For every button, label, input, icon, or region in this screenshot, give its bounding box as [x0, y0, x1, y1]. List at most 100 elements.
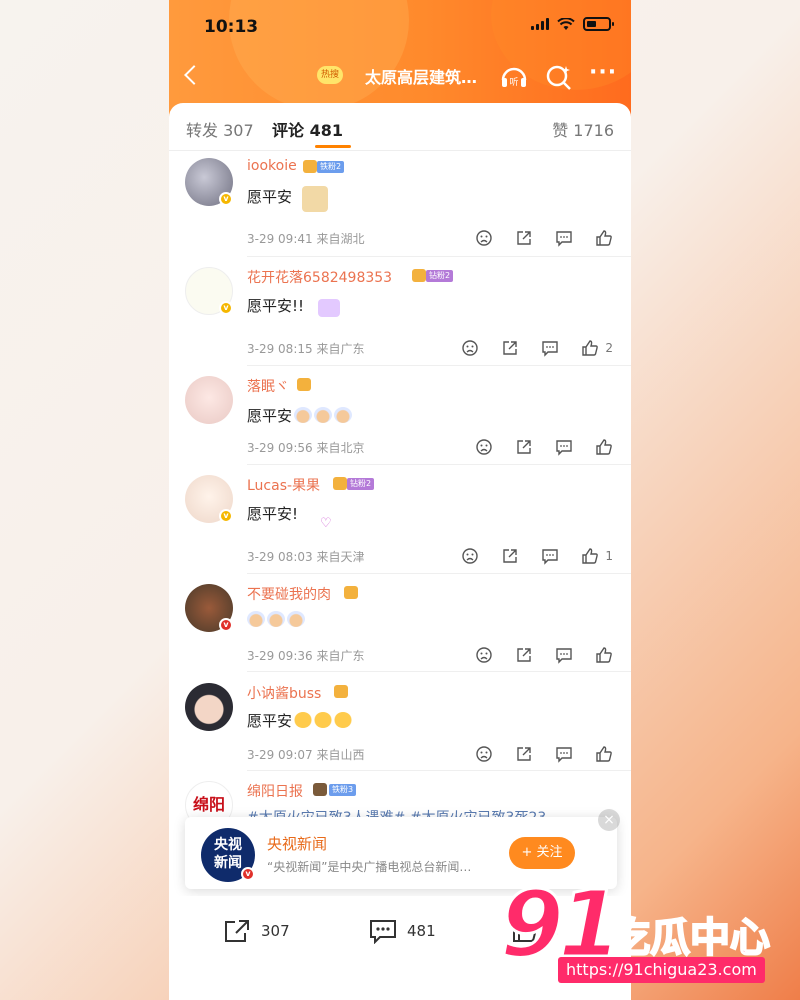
comment-item: v 不要碰我的肉 3-29 09:36 来自广东	[169, 584, 631, 674]
comment-text: 愿平安	[247, 710, 353, 731]
phone-screen: 10:13 热搜 太原高层建筑… 听 ··· 转发 307 评论 481 赞 1…	[169, 0, 631, 1000]
comment-item: v Lucas-果果 钻粉2 愿平安!♡ 3-29 08:03 来自天津 1	[169, 475, 631, 575]
reply-icon[interactable]	[541, 339, 559, 357]
pray-emoji-icon	[314, 407, 333, 423]
comment-button[interactable]: 481	[369, 918, 436, 944]
battery-icon	[583, 17, 614, 31]
status-time: 10:13	[204, 17, 259, 37]
username[interactable]: 花开花落6582498353	[247, 267, 392, 287]
dislike-icon[interactable]	[475, 745, 493, 763]
divider	[247, 256, 631, 257]
share-icon[interactable]	[515, 646, 533, 664]
comment-meta: 3-29 08:03 来自天津	[247, 550, 365, 564]
verified-icon: v	[219, 192, 233, 206]
pray-emoji-icon	[287, 611, 305, 627]
like-icon[interactable]	[581, 547, 599, 565]
comment-actions	[475, 438, 613, 456]
comment-actions	[475, 646, 613, 664]
crown-icon	[334, 685, 348, 698]
tab-likes[interactable]: 赞 1716	[552, 117, 614, 141]
dislike-icon[interactable]	[475, 229, 493, 247]
username[interactable]: 不要碰我的肉	[247, 584, 331, 604]
comment-meta: 3-29 09:41 来自湖北	[247, 232, 365, 246]
divider	[247, 770, 631, 771]
comment-actions: 1	[461, 547, 613, 565]
comment-icon	[370, 920, 396, 944]
pray-emoji-icon	[294, 407, 313, 423]
like-icon[interactable]	[595, 438, 613, 456]
reply-icon[interactable]	[555, 646, 573, 664]
hot-search-label: 热搜	[321, 70, 340, 80]
like-icon[interactable]	[595, 745, 613, 763]
fan-badge: 铁粉3	[329, 784, 357, 796]
back-arrow-icon[interactable]	[181, 64, 207, 90]
headphones-icon[interactable]: 听	[499, 62, 529, 90]
nav-bar: 热搜 太原高层建筑… 听 ···	[169, 58, 631, 96]
toast-description: “央视新闻”是中央广播电视总台新闻…	[267, 860, 472, 874]
crown-icon	[412, 269, 426, 282]
comment-item: 小讷酱buss 愿平安 3-29 09:07 来自山西	[169, 683, 631, 773]
tab-bar: 转发 307 评论 481 赞 1716	[169, 103, 631, 151]
shy-emoji-icon	[334, 712, 353, 728]
pray-emoji-icon	[247, 611, 265, 627]
share-icon[interactable]	[501, 547, 519, 565]
dislike-icon[interactable]	[461, 547, 479, 565]
dislike-icon[interactable]	[475, 438, 493, 456]
reply-icon[interactable]	[555, 745, 573, 763]
dislike-icon[interactable]	[461, 339, 479, 357]
watermark-text: 吃瓜中心	[609, 914, 771, 962]
avatar[interactable]	[185, 376, 233, 424]
comment-item: v iookoie 铁粉2 愿平安 3-29 09:41 来自湖北	[169, 158, 631, 266]
like-icon[interactable]	[595, 646, 613, 664]
comment-text: 愿平安!!	[247, 295, 341, 317]
tab-reposts[interactable]: 转发 307	[186, 117, 254, 141]
sticker-icon	[318, 299, 341, 317]
divider	[247, 464, 631, 465]
search-icon[interactable]	[545, 63, 573, 91]
divider	[247, 573, 631, 574]
like-button[interactable]: 1	[581, 547, 613, 565]
comment-text: 愿平安	[247, 186, 329, 212]
more-icon[interactable]: ···	[589, 62, 617, 91]
verified-icon: v	[219, 301, 233, 315]
toast-title[interactable]: 央视新闻	[267, 833, 327, 854]
topic-title[interactable]: 太原高层建筑…	[365, 64, 477, 88]
username[interactable]: 小讷酱buss	[247, 683, 321, 703]
share-icon[interactable]	[515, 438, 533, 456]
username[interactable]: 落眠ヾ	[247, 376, 289, 396]
comment-actions	[475, 745, 613, 763]
dislike-icon[interactable]	[475, 646, 493, 664]
reply-icon[interactable]	[555, 229, 573, 247]
comment-item: 落眠ヾ 愿平安 3-29 09:56 来自北京	[169, 376, 631, 466]
comment-count: 481	[407, 922, 436, 940]
comment-meta: 3-29 08:15 来自广东	[247, 342, 365, 356]
username[interactable]: 绵阳日报	[247, 781, 303, 801]
comment-actions: 2	[461, 339, 613, 357]
like-icon[interactable]	[581, 339, 599, 357]
comment-item: v 花开花落6582498353 钻粉2 愿平安!! 3-29 08:15 来自…	[169, 267, 631, 367]
username[interactable]: Lucas-果果	[247, 475, 320, 495]
like-button[interactable]: 2	[581, 339, 613, 357]
crown-icon	[297, 378, 311, 391]
avatar[interactable]	[185, 683, 233, 731]
username[interactable]: iookoie	[247, 158, 297, 174]
follow-button[interactable]: + 关注	[509, 837, 575, 869]
shy-emoji-icon	[314, 712, 333, 728]
comment-meta: 3-29 09:56 来自北京	[247, 441, 365, 455]
close-icon[interactable]: ×	[598, 809, 620, 831]
wifi-icon	[557, 17, 575, 30]
verified-icon: v	[241, 867, 255, 881]
share-icon[interactable]	[515, 745, 533, 763]
reply-icon[interactable]	[541, 547, 559, 565]
crown-icon	[313, 783, 327, 796]
fan-badge: 钻粉2	[347, 478, 375, 490]
tab-comments[interactable]: 评论 481	[272, 117, 343, 141]
crown-icon	[303, 160, 317, 173]
status-icons	[531, 17, 614, 31]
reply-icon[interactable]	[555, 438, 573, 456]
share-icon[interactable]	[515, 229, 533, 247]
repost-button[interactable]: 307	[223, 918, 290, 944]
share-icon[interactable]	[501, 339, 519, 357]
hot-search-badge[interactable]: 热搜	[317, 66, 344, 84]
like-icon[interactable]	[595, 229, 613, 247]
